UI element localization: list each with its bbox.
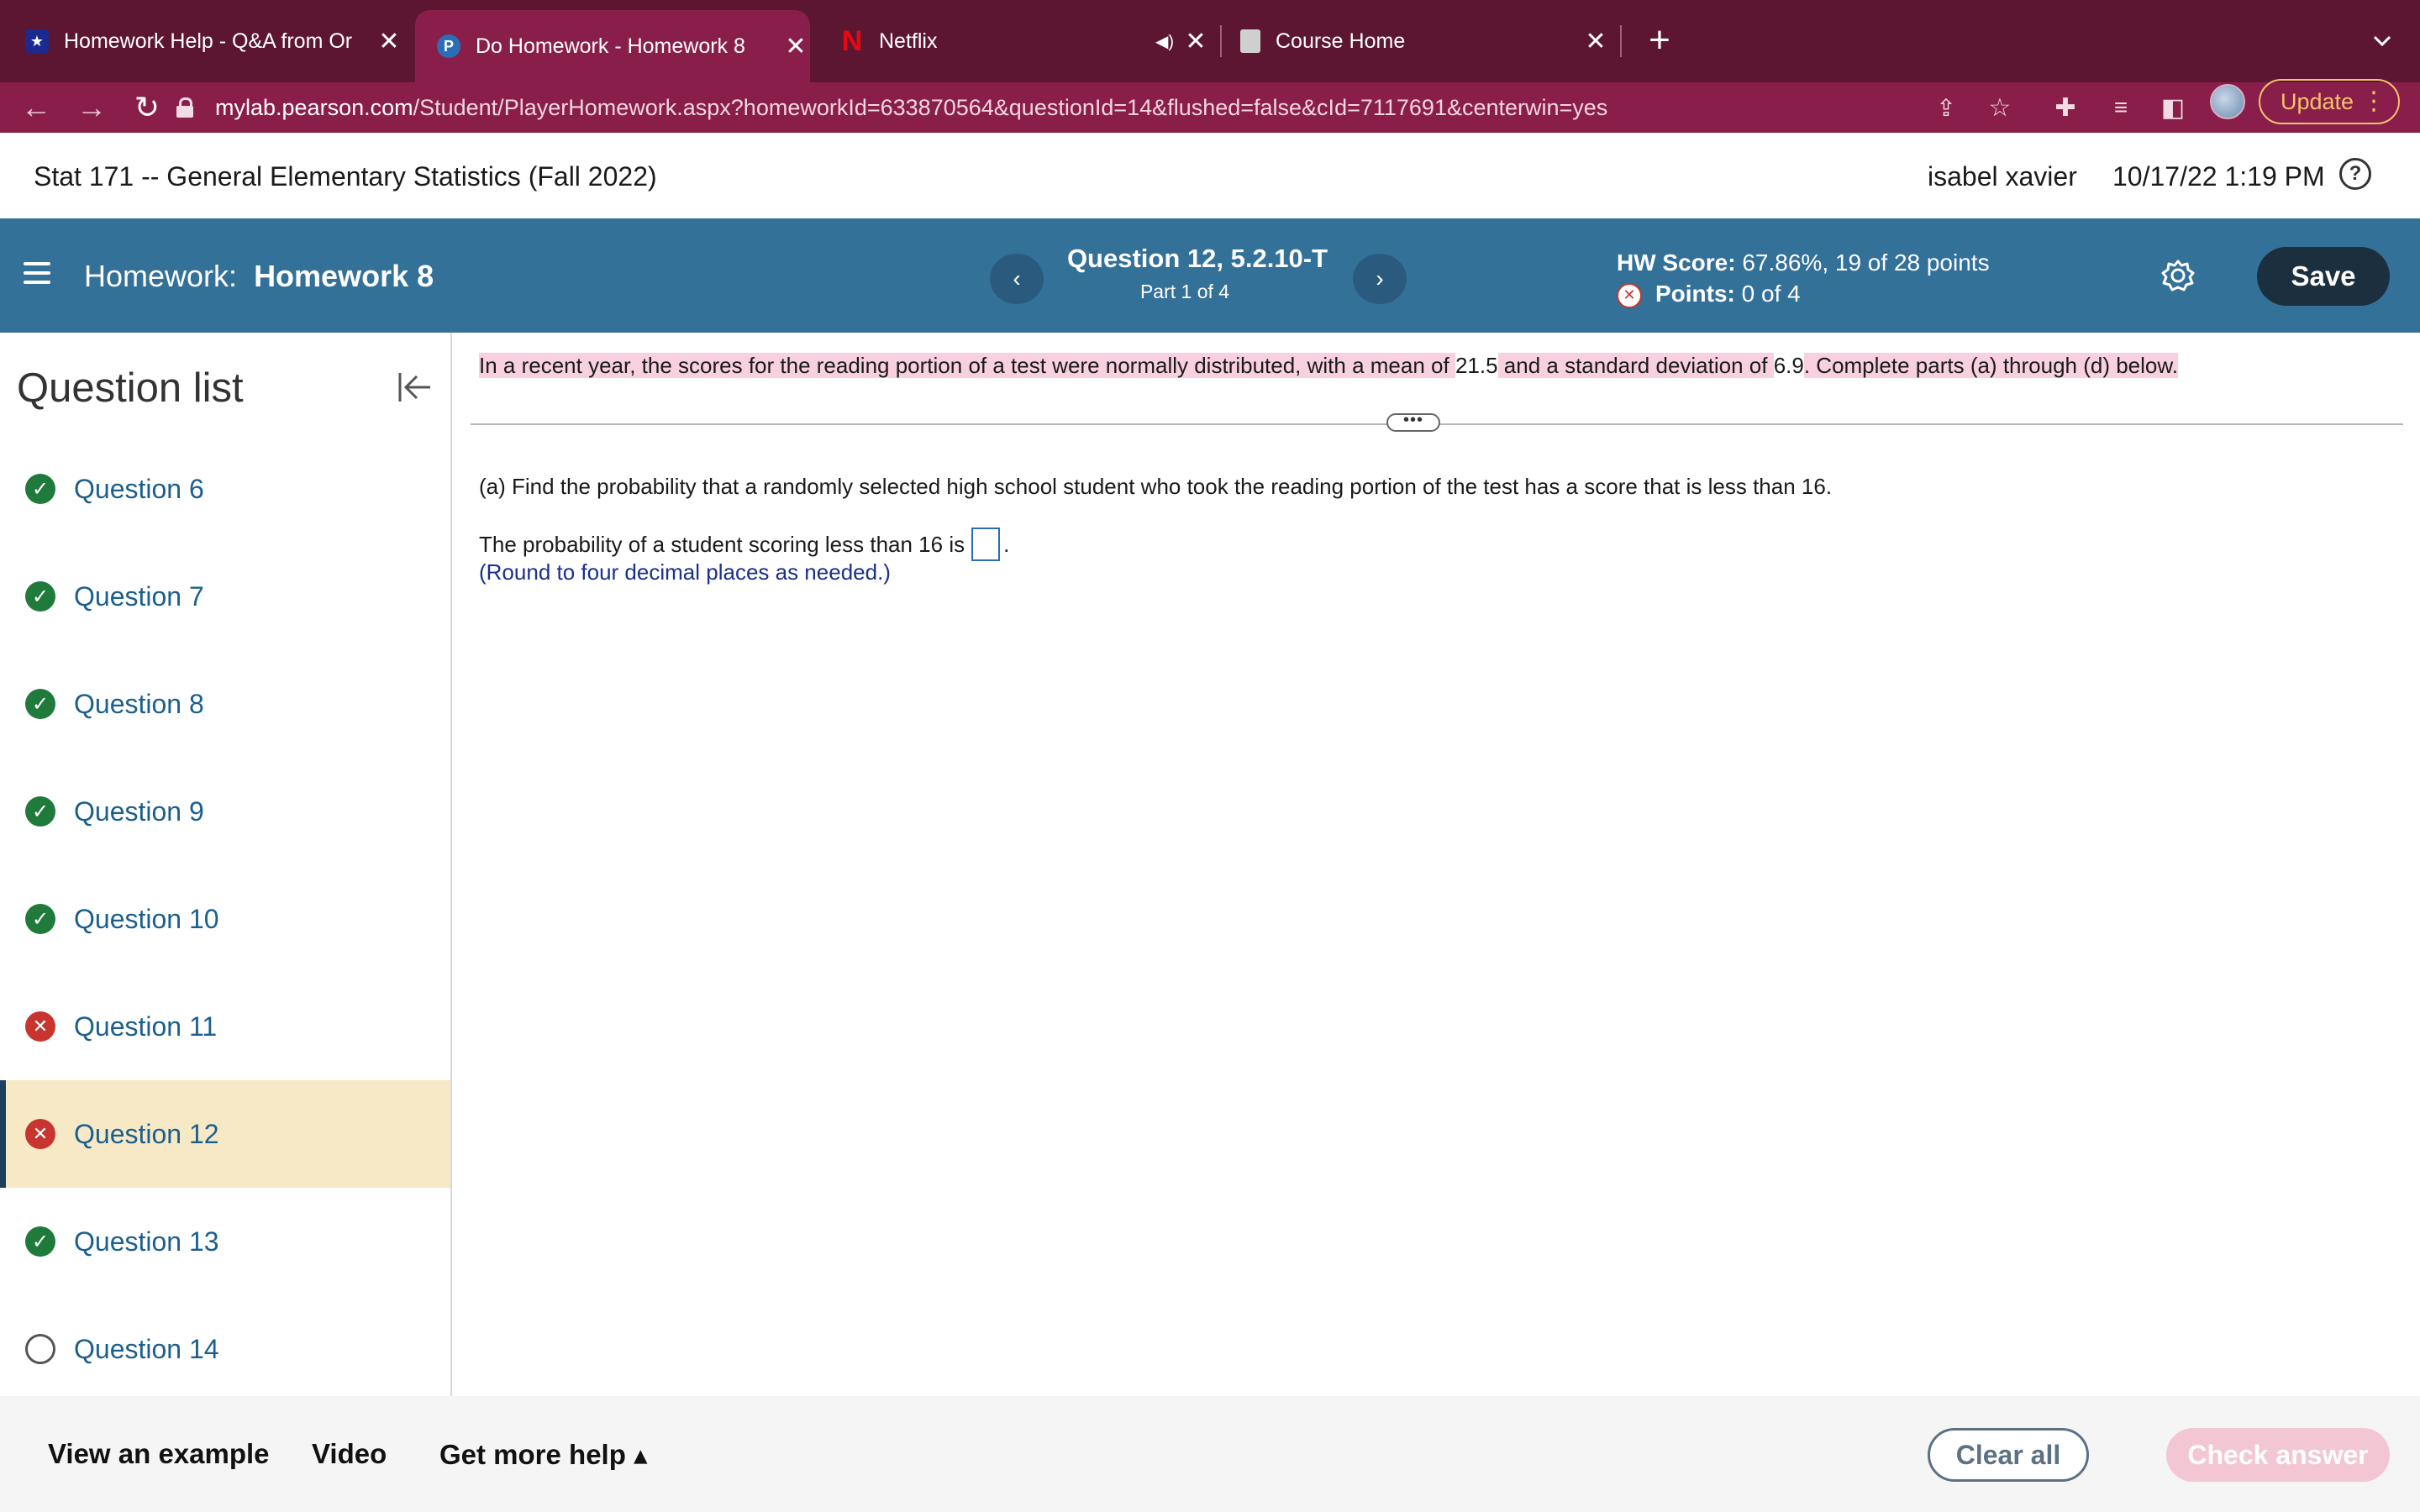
netflix-icon: N [841,24,863,57]
media-queue-icon[interactable]: ≡ [2104,91,2138,124]
video-link[interactable]: Video [312,1438,387,1470]
collapse-sidebar-icon[interactable] [393,366,435,408]
divider-handle[interactable]: ••• [1386,412,1440,432]
pearson-icon: P [437,34,460,58]
tab-netflix[interactable]: N Netflix ◀︎) ✕ [840,15,1210,67]
next-question-button[interactable]: › [1353,254,1407,304]
x-icon: ✕ [25,1011,55,1042]
audio-playing-icon[interactable]: ◀︎) [1148,31,1181,52]
score-panel: HW Score: 67.86%, 19 of 28 points ✕ Point… [1617,249,1990,308]
tab-homework-help[interactable]: ★ Homework Help - Q&A from Or ✕ [25,15,403,67]
empty-circle-icon [25,1334,55,1364]
clear-all-button[interactable]: Clear all [1928,1428,2089,1482]
side-panel-icon[interactable]: ◧ [2156,91,2190,124]
part-a-prompt: (a) Find the probability that a randomly… [479,474,1833,499]
share-icon[interactable]: ⇪ [1929,91,1963,124]
mean-value: 21.5 [1455,353,1498,378]
incorrect-icon: ✕ [1617,282,1642,308]
url-field[interactable]: mylab.pearson.com/Student/PlayerHomework… [176,82,1607,133]
question-list-item[interactable]: ✓ Question 7 [0,543,450,650]
question-list-item[interactable]: Question 14 [0,1295,450,1403]
homework-title: Homework: Homework 8 [84,259,434,293]
question-list-item[interactable]: ✕ Question 11 [0,973,450,1080]
save-button[interactable]: Save [2257,247,2390,306]
tab-separator [1620,25,1622,57]
question-stem: In a recent year, the scores for the rea… [479,353,2178,378]
check-icon: ✓ [25,1226,55,1257]
check-icon: ✓ [25,581,55,612]
bookmark-star-icon[interactable]: ☆ [1983,91,2017,124]
check-icon: ✓ [25,474,55,504]
help-icon[interactable]: ? [2339,158,2371,190]
check-icon: ✓ [25,689,55,719]
question-list-sidebar: Question list ✓ Question 6 ✓ Question 7 … [0,333,452,1396]
star-icon: ★ [25,29,49,53]
close-tab-icon[interactable]: ✕ [375,27,403,56]
x-icon: ✕ [25,1119,55,1149]
homework-bar: Homework: Homework 8 ‹ Question 12, 5.2.… [0,218,2420,333]
forward-icon[interactable]: → [71,82,113,133]
answer-line: The probability of a student scoring les… [479,528,1009,561]
check-icon: ✓ [25,796,55,827]
reload-icon[interactable]: ↻ [126,82,168,133]
get-more-help-link[interactable]: Get more help ▴ [439,1438,648,1471]
question-list-item[interactable]: ✓ Question 13 [0,1188,450,1295]
footer-toolbar: View an example Video Get more help ▴ Cl… [0,1396,2420,1512]
browser-tabstrip: ★ Homework Help - Q&A from Or ✕ P Do Hom… [0,0,2420,82]
more-menu-icon[interactable]: ⋮ [2361,87,2386,116]
check-answer-button[interactable]: Check answer [2166,1428,2390,1482]
tab-course-home[interactable]: Course Home ✕ [1240,15,1610,67]
rounding-note: (Round to four decimal places as needed.… [479,559,891,585]
update-button[interactable]: Update ⋮ [2259,79,2400,124]
course-title: Stat 171 -- General Elementary Statistic… [34,161,657,192]
close-tab-icon[interactable]: ✕ [781,32,810,61]
close-tab-icon[interactable]: ✕ [1581,27,1610,56]
question-list-item-current[interactable]: ✕ Question 12 [0,1080,450,1188]
lock-icon [176,97,193,118]
sd-value: 6.9 [1773,353,1804,378]
new-tab-icon[interactable]: + [1643,17,1676,64]
question-list-title: Question list [17,365,244,411]
course-header: Stat 171 -- General Elementary Statistic… [0,133,2420,218]
tab-do-homework[interactable]: P Do Homework - Homework 8 ✕ [415,10,810,82]
question-list-item[interactable]: ✓ Question 6 [0,435,450,543]
question-list-item[interactable]: ✓ Question 9 [0,758,450,865]
close-tab-icon[interactable]: ✕ [1181,27,1210,56]
user-name: isabel xavier [1928,161,2077,192]
question-list-item[interactable]: ✓ Question 8 [0,650,450,758]
page-icon [1240,29,1260,53]
gear-icon[interactable] [2161,259,2195,292]
check-icon: ✓ [25,904,55,934]
back-icon[interactable]: ← [15,82,57,133]
date-time: 10/17/22 1:19 PM [2112,161,2325,192]
address-bar: ← → ↻ mylab.pearson.com/Student/PlayerHo… [0,82,2420,133]
menu-icon[interactable] [24,262,50,286]
question-list-item[interactable]: ✓ Question 10 [0,865,450,973]
chevron-down-icon[interactable] [2370,29,2395,54]
profile-avatar[interactable] [2210,84,2245,119]
answer-input[interactable] [971,528,1001,561]
tab-separator [1220,25,1222,57]
view-example-link[interactable]: View an example [48,1438,270,1470]
page: ★ Homework Help - Q&A from Or ✕ P Do Hom… [0,0,2420,1512]
question-content: In a recent year, the scores for the rea… [454,333,2420,1396]
extensions-icon[interactable]: ✚ [2049,91,2082,124]
